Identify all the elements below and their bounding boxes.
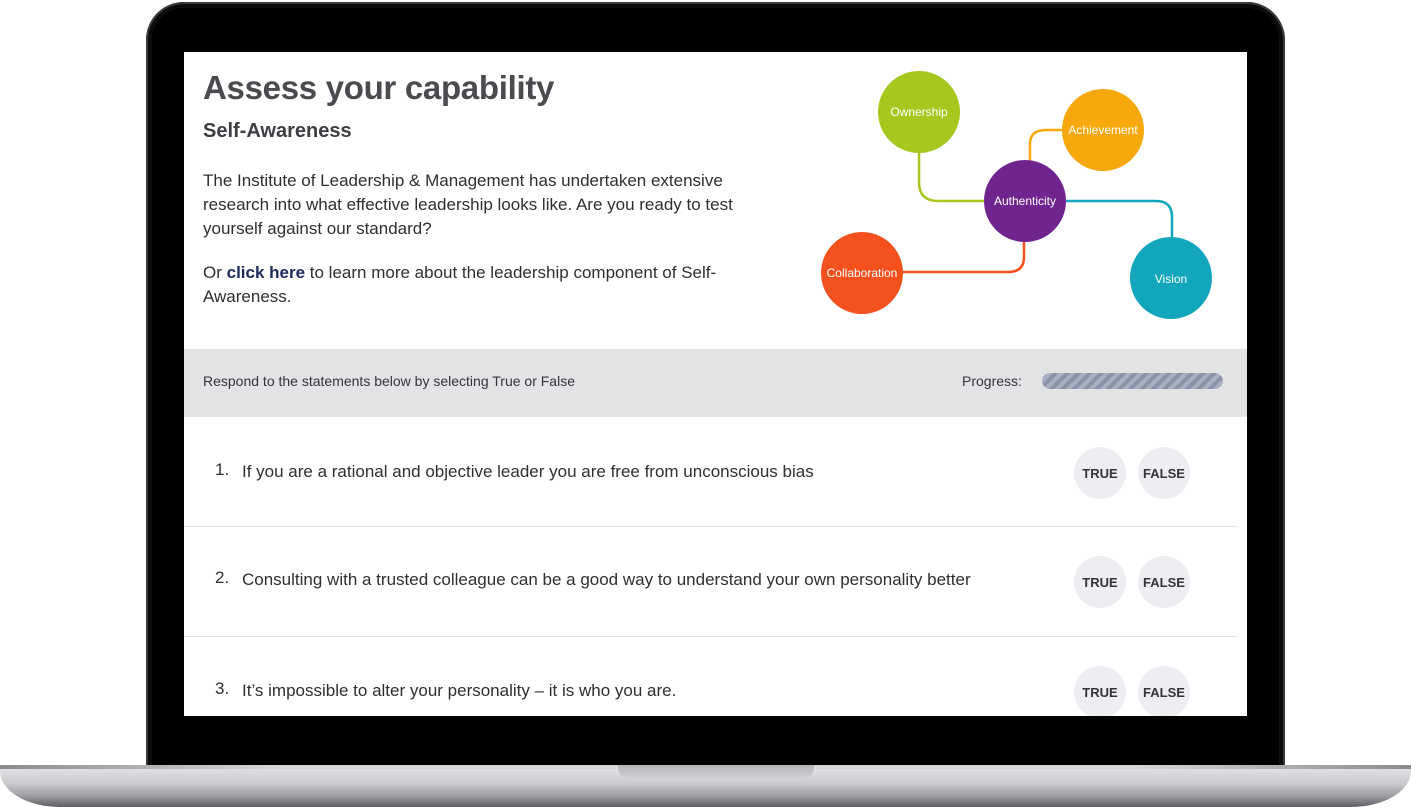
instruction-bar: Respond to the statements below by selec… xyxy=(184,349,1247,417)
click-here-link[interactable]: click here xyxy=(227,263,305,282)
progress-bar xyxy=(1042,373,1223,389)
laptop-notch xyxy=(618,765,814,781)
question-number: 3. xyxy=(215,679,230,698)
true-button[interactable]: TRUE xyxy=(1074,666,1126,716)
question-text: It’s impossible to alter your personalit… xyxy=(242,681,677,700)
question-row: 2. Consulting with a trusted colleague c… xyxy=(184,527,1237,637)
progress-label: Progress: xyxy=(962,373,1022,389)
node-vision: Vision xyxy=(1130,237,1212,319)
node-label-achievement: Achievement xyxy=(1068,123,1138,137)
false-button[interactable]: FALSE xyxy=(1138,447,1190,499)
progress-fill xyxy=(1042,373,1223,389)
question-text: If you are a rational and objective lead… xyxy=(242,462,814,481)
question-number: 1. xyxy=(215,460,230,479)
intro-text: The Institute of Leadership & Management… xyxy=(203,171,733,238)
true-button[interactable]: TRUE xyxy=(1074,556,1126,608)
node-label-authenticity: Authenticity xyxy=(994,194,1056,208)
screen: Assess your capability Self-Awareness Th… xyxy=(184,52,1247,716)
true-button[interactable]: TRUE xyxy=(1074,447,1126,499)
question-number: 2. xyxy=(215,568,230,587)
question-row: 1. If you are a rational and objective l… xyxy=(184,417,1237,527)
node-achievement: Achievement xyxy=(1062,89,1144,171)
page-title: Assess your capability xyxy=(203,69,555,106)
leadership-diagram: Ownership Achievement Authenticity Colla… xyxy=(821,71,1212,319)
question-list: 1. If you are a rational and objective l… xyxy=(184,417,1247,716)
false-button[interactable]: FALSE xyxy=(1138,666,1190,716)
section-title: Self-Awareness xyxy=(203,120,352,142)
node-label-vision: Vision xyxy=(1155,272,1187,286)
node-label-collaboration: Collaboration xyxy=(827,266,898,280)
learn-more-prefix: Or xyxy=(203,263,227,282)
question-row: 3. It’s impossible to alter your persona… xyxy=(184,637,1237,716)
question-text: Consulting with a trusted colleague can … xyxy=(242,570,971,589)
node-authenticity: Authenticity xyxy=(984,160,1066,242)
hero-section: Assess your capability Self-Awareness Th… xyxy=(184,52,1247,349)
node-collaboration: Collaboration xyxy=(821,232,903,314)
false-button[interactable]: FALSE xyxy=(1138,556,1190,608)
instruction-text: Respond to the statements below by selec… xyxy=(203,373,575,389)
node-ownership: Ownership xyxy=(878,71,960,153)
connector-collaboration xyxy=(894,242,1026,274)
learn-more-text: Or click here to learn more about the le… xyxy=(203,261,783,309)
node-label-ownership: Ownership xyxy=(890,105,948,119)
